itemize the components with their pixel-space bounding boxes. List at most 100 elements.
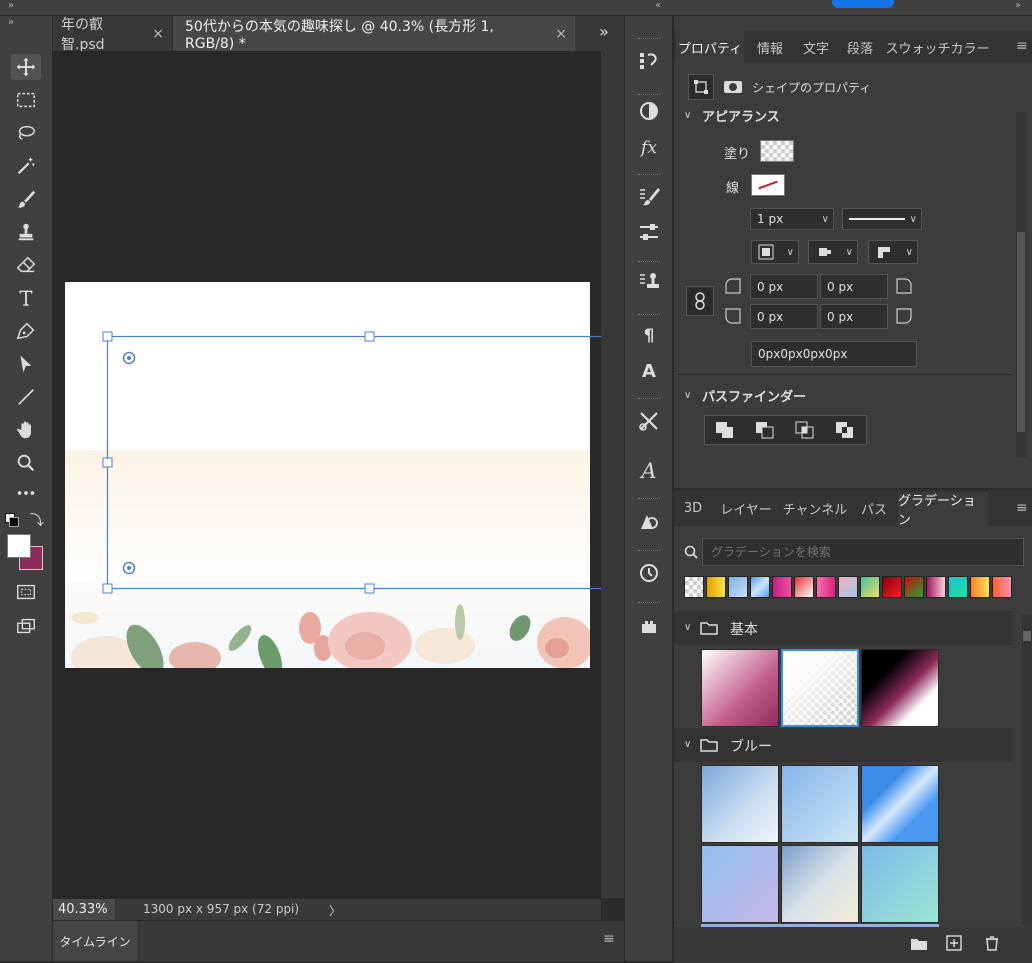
paragraph-styles-icon[interactable]: ¶ [634,321,664,351]
zoom-tool-icon[interactable] [11,450,41,476]
stroke-width-field[interactable]: 1 px ∨ [750,208,834,230]
screen-mode-icon[interactable] [11,613,41,639]
stroke-style-dropdown[interactable]: ∨ [842,208,922,230]
tab-channels[interactable]: チャンネル [780,492,850,524]
toolbar-collapse-icon[interactable]: » [8,17,14,28]
trash-icon[interactable] [984,935,1000,951]
stroke-cap-dropdown[interactable]: ∨ [808,240,858,264]
gradient-swatch[interactable] [861,649,939,727]
shapes-icon[interactable] [634,506,664,536]
exclude-shapes-icon[interactable] [825,416,865,444]
tab-gradients[interactable]: グラデーション [898,492,988,528]
appearance-section-toggle[interactable]: ∨ アピアランス [684,107,780,125]
stroke-swatch[interactable] [751,174,785,196]
marquee-tool-icon[interactable] [11,87,41,113]
character-styles-icon[interactable]: A [634,356,664,386]
gradient-swatch[interactable] [781,765,859,843]
gradient-preset[interactable] [926,576,946,598]
gradient-preset[interactable] [860,576,880,598]
live-shape-icon[interactable] [688,74,714,100]
new-group-folder-icon[interactable] [910,937,928,951]
gradient-preset[interactable] [992,576,1012,598]
gradient-preset[interactable] [948,576,968,598]
stamp-tool-icon[interactable] [11,219,41,245]
tab-properties[interactable]: プロパティ [676,31,744,63]
pathfinder-section-toggle[interactable]: ∨ パスファインダー [684,387,806,405]
swap-colors-icon[interactable]: ⤵ [30,510,44,530]
fill-swatch[interactable] [760,140,794,162]
gradient-swatch[interactable] [701,845,779,923]
magic-wand-icon[interactable] [11,153,41,179]
corner-bottom-left-field[interactable]: 0 px [750,304,818,329]
stroke-align-dropdown[interactable]: ∨ [751,240,799,264]
corner-bottom-right-field[interactable]: 0 px [820,304,888,329]
tab-swatches[interactable]: スウォッチ [882,31,954,63]
gradient-preset[interactable] [838,576,858,598]
tab-info[interactable]: 情報 [750,31,790,63]
collapse-left-icon[interactable]: » [8,0,14,11]
canvas-area[interactable] [53,51,601,898]
zoom-level-field[interactable]: 40.33% [53,899,115,920]
eraser-tool-icon[interactable] [11,252,41,278]
gradient-preset[interactable] [706,576,726,598]
gradient-swatch[interactable] [781,845,859,923]
doc-tab-active[interactable]: 50代からの本気の趣味探し @ 40.3% (長方形 1, RGB/8) * × [173,16,575,52]
gradient-preset[interactable] [728,576,748,598]
panel-menu-icon[interactable]: ≡ [603,931,615,947]
gradient-swatch-selected[interactable] [781,649,859,727]
link-corners-icon[interactable] [686,286,714,316]
combine-shapes-icon[interactable] [705,416,745,444]
foreground-color-swatch[interactable] [7,534,31,558]
gradient-preset[interactable] [684,576,704,598]
status-menu-arrow[interactable]: 〉 [329,902,341,919]
tab-character[interactable]: 文字 [796,31,836,63]
canvas-scrollbar[interactable] [601,51,624,898]
gradient-scrollbar[interactable] [1022,615,1032,925]
gradient-preset[interactable] [970,576,990,598]
clone-source-icon[interactable] [634,267,664,297]
adjustments-icon[interactable] [634,96,664,126]
tool-presets-icon[interactable] [634,406,664,436]
tab-color[interactable]: カラー [950,31,990,63]
type-tool-icon[interactable] [11,285,41,311]
lasso-tool-icon[interactable] [11,120,41,146]
history-states-icon[interactable] [634,46,664,76]
gradient-preset[interactable] [816,576,836,598]
subtract-shapes-icon[interactable] [745,416,785,444]
gradient-preset[interactable] [904,576,924,598]
gradient-group-header[interactable]: ∨ 基本 [674,611,1012,645]
gradient-preset[interactable] [882,576,902,598]
brush-settings-icon[interactable] [634,182,664,212]
gradient-swatch[interactable] [701,649,779,727]
move-tool-icon[interactable] [11,54,41,80]
brush-tool-icon[interactable] [11,186,41,212]
new-gradient-icon[interactable] [946,935,962,951]
styles-fx-icon[interactable]: fx [634,133,664,163]
gradient-preset[interactable] [794,576,814,598]
hand-tool-icon[interactable] [11,417,41,443]
gradient-group-header[interactable]: ∨ ブルー [674,728,1012,762]
glyphs-icon[interactable]: A [634,456,664,486]
tab-timeline[interactable]: タイムライン [53,921,137,961]
pen-tool-icon[interactable] [11,318,41,344]
close-tab-icon[interactable]: × [555,26,567,42]
share-button[interactable] [832,0,894,8]
properties-panel-icon[interactable] [634,217,664,247]
tab-layers[interactable]: レイヤー [714,492,778,524]
corner-top-right-field[interactable]: 0 px [820,274,888,299]
corner-radius-summary-field[interactable]: 0px0px0px0px [751,341,917,367]
corner-top-left-field[interactable]: 0 px [750,274,818,299]
gradient-swatch[interactable] [861,765,939,843]
history-icon[interactable] [634,558,664,588]
gradient-preset[interactable] [750,576,770,598]
tab-paths[interactable]: パス [854,492,894,524]
tab-3d[interactable]: 3D [674,492,712,524]
doc-tab-inactive[interactable]: 年の叡智.psd × [53,16,173,53]
mask-icon[interactable] [720,74,746,100]
gradient-swatch[interactable] [701,765,779,843]
properties-scrollbar[interactable] [1016,112,1026,457]
line-tool-icon[interactable] [11,384,41,410]
gradient-search-input[interactable] [702,538,1024,566]
expand-panels-icon[interactable]: » [1015,0,1021,11]
shape-path-overlay[interactable] [53,51,601,898]
